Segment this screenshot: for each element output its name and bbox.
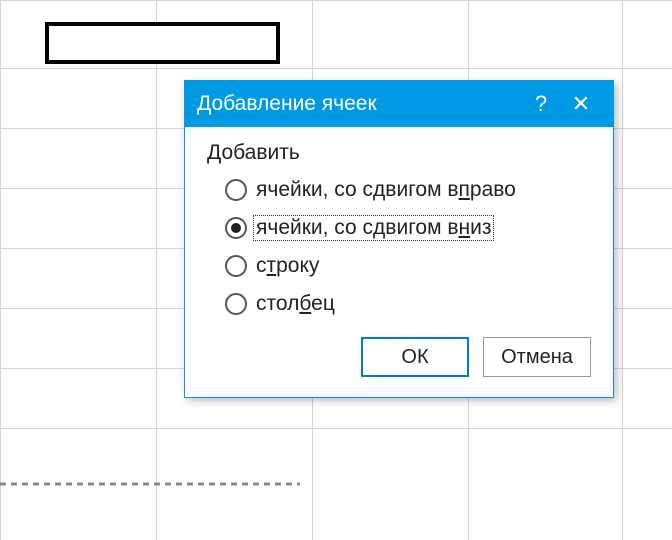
- dialog-title: Добавление ячеек: [197, 92, 521, 116]
- radio-label: столбец: [253, 291, 338, 317]
- cancel-button[interactable]: Отмена: [483, 337, 591, 377]
- ok-button[interactable]: ОК: [361, 337, 469, 377]
- radio-option-1[interactable]: ячейки, со сдвигом вниз: [225, 215, 591, 241]
- help-button[interactable]: ?: [521, 91, 561, 117]
- radio-indicator: [225, 179, 247, 201]
- radio-label: ячейки, со сдвигом вправо: [253, 177, 519, 203]
- radio-label: строку: [253, 253, 322, 279]
- button-row: ОК Отмена: [207, 337, 591, 377]
- radio-option-3[interactable]: столбец: [225, 291, 591, 317]
- radio-option-0[interactable]: ячейки, со сдвигом вправо: [225, 177, 591, 203]
- insert-cells-dialog: Добавление ячеек ? ✕ Добавить ячейки, со…: [184, 80, 614, 398]
- radio-group: ячейки, со сдвигом вправо ячейки, со сдви…: [207, 177, 591, 317]
- selected-cell[interactable]: [45, 22, 280, 64]
- close-button[interactable]: ✕: [561, 91, 601, 117]
- radio-option-2[interactable]: строку: [225, 253, 591, 279]
- dialog-body: Добавить ячейки, со сдвигом вправоячейки…: [185, 127, 613, 397]
- group-label: Добавить: [207, 141, 591, 165]
- dialog-titlebar[interactable]: Добавление ячеек ? ✕: [185, 81, 613, 127]
- radio-indicator: [225, 217, 247, 239]
- radio-indicator: [225, 293, 247, 315]
- marching-ants: [0, 482, 300, 488]
- radio-indicator: [225, 255, 247, 277]
- radio-label: ячейки, со сдвигом вниз: [253, 215, 494, 241]
